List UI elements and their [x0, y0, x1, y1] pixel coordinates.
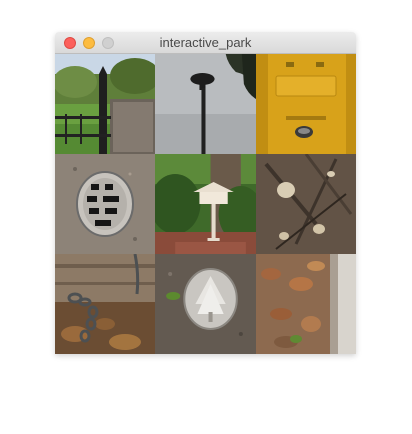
ground-plaque-image	[155, 254, 256, 354]
title-bar[interactable]: interactive_park	[55, 32, 356, 54]
chain-log-tile[interactable]	[55, 254, 155, 354]
park-fence-image	[55, 54, 155, 154]
leaves-tile[interactable]	[256, 254, 356, 354]
drain-cover-image	[55, 154, 155, 254]
image-grid	[55, 54, 356, 354]
fallen-leaves-image	[256, 254, 356, 354]
cut-branches-image	[256, 154, 356, 254]
window-title: interactive_park	[159, 35, 252, 50]
drain-cover-tile[interactable]	[55, 154, 155, 254]
birdhouse-tile[interactable]	[155, 154, 256, 254]
fence-tile[interactable]	[55, 54, 155, 154]
birdhouse-image	[155, 154, 256, 254]
chain-on-log-image	[55, 254, 155, 354]
plaque-tile[interactable]	[155, 254, 256, 354]
lamp-post-tile[interactable]	[155, 54, 256, 154]
cut-branches-tile[interactable]	[256, 154, 356, 254]
street-lamp-image	[155, 54, 256, 154]
yellow-post-box-image	[256, 54, 356, 154]
app-window: interactive_park	[55, 32, 356, 354]
yellow-box-tile[interactable]	[256, 54, 356, 154]
